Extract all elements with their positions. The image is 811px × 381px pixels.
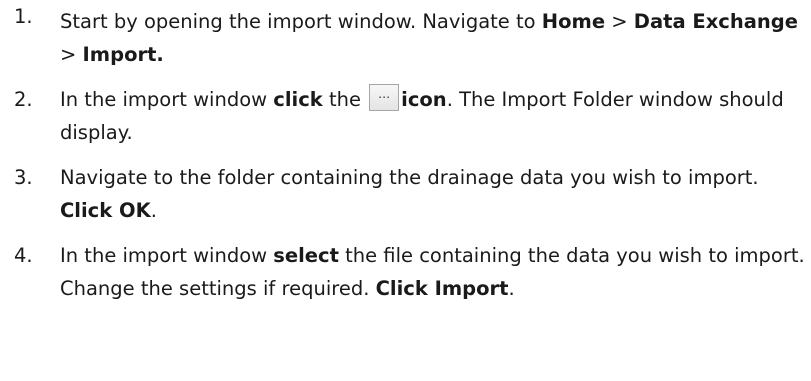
step-number: 1. (14, 5, 33, 28)
step-text: Start by opening the import window. Navi… (60, 10, 542, 33)
menu-path-import: Import. (82, 43, 164, 66)
step-text: In the import window (60, 88, 274, 111)
path-separator: > (605, 10, 634, 33)
step-text: Navigate to the folder containing the dr… (60, 166, 759, 189)
action-select: select (273, 244, 339, 267)
step-number: 2. (14, 88, 33, 111)
instruction-list: 1. Start by opening the import window. N… (0, 0, 811, 305)
step-number: 4. (14, 244, 33, 267)
step-text: In the import window (60, 244, 274, 267)
step-1: 1. Start by opening the import window. N… (0, 0, 811, 71)
step-text: . (150, 199, 157, 222)
icon-word: icon (401, 88, 447, 111)
step-2: 2. In the import window click the … icon.… (0, 83, 811, 149)
step-number: 3. (14, 166, 33, 189)
step-text: . (508, 277, 515, 300)
menu-path-data-exchange: Data Exchange (633, 10, 798, 33)
action-click: click (273, 88, 323, 111)
action-click-ok: Click OK (60, 199, 151, 222)
menu-path-home: Home (541, 10, 606, 33)
step-4: 4. In the import window select the file … (0, 239, 811, 305)
browse-ellipsis-icon: … (369, 84, 400, 111)
step-text: the (322, 88, 368, 111)
action-click-import: Click Import (375, 277, 509, 300)
path-separator: > (60, 43, 83, 66)
step-3: 3. Navigate to the folder containing the… (0, 161, 811, 227)
